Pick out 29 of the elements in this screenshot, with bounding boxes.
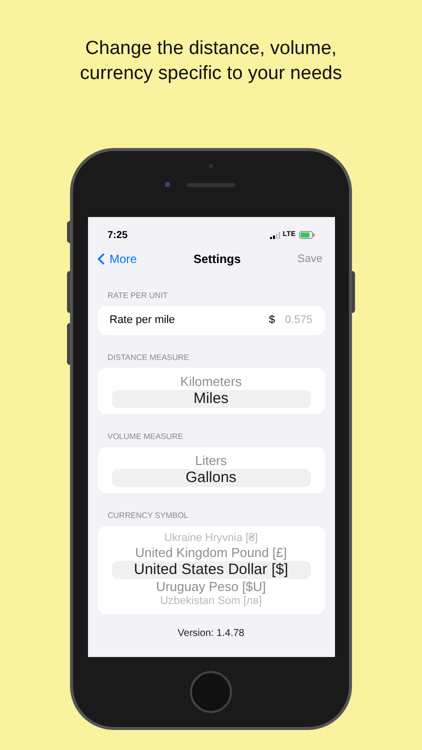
battery-icon [298, 231, 314, 239]
section-header: RATE PER UNIT [106, 291, 169, 301]
picker-wheel[interactable]: Ukraine Hryvnia [₴] United Kingdom Pound [£] United States Dollar [$] Uruguay Peso [$U] Uzbekistan Som [лв] [98, 526, 324, 614]
picker-option[interactable]: Liters [195, 453, 227, 469]
signal-icon [270, 232, 280, 238]
picker-selection[interactable]: Miles [112, 390, 310, 408]
picker-option[interactable]: Kilometers [180, 374, 242, 390]
rate-field[interactable]: Rate per mile $ 0.575 [98, 306, 324, 335]
headline: Change the distance, volume, currency specific to your needs [79, 37, 343, 86]
picker-option[interactable]: United Kingdom Pound [£] [135, 545, 287, 561]
back-button[interactable]: More [92, 250, 137, 268]
picker-wheel[interactable]: Liters Gallons [98, 447, 324, 493]
picker-selection[interactable]: Gallons [112, 469, 310, 487]
picker-wheel[interactable]: Kilometers Miles [98, 368, 324, 414]
section-header: CURRENCY SYMBOL [106, 511, 190, 521]
rate-value: 0.575 [284, 313, 312, 328]
currency-sign: $ [268, 313, 275, 328]
section-header: DISTANCE MEASURE [106, 353, 190, 363]
version-label: Version: 1.4.78 [176, 627, 246, 641]
section-header: VOLUME MEASURE [106, 432, 184, 442]
rate-label: Rate per mile [110, 313, 176, 328]
nav-title: Settings [193, 251, 241, 268]
home-button[interactable] [190, 671, 232, 713]
camera-icon [165, 182, 170, 187]
picker-selection[interactable]: United States Dollar [$] [112, 561, 310, 579]
picker-option[interactable]: Ukraine Hryvnia [₴] [164, 532, 258, 545]
status-time: 7:25 [108, 228, 128, 242]
picker-option[interactable]: Uzbekistan Som [лв] [160, 595, 262, 608]
picker-option[interactable]: Uruguay Peso [$U] [156, 579, 266, 595]
